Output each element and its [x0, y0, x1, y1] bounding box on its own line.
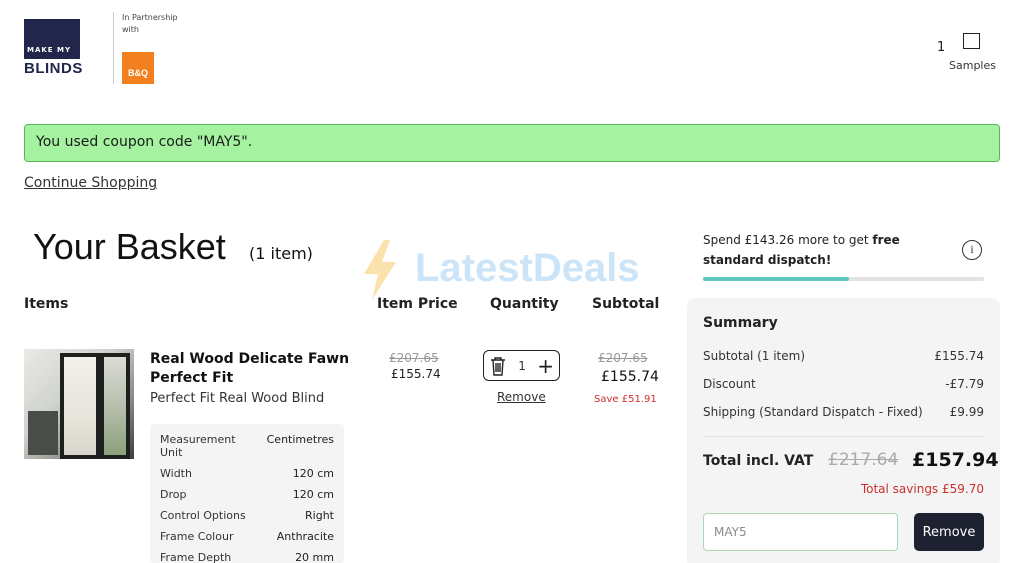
shipping-progress-bar: [703, 277, 984, 281]
spec-value: Right: [305, 509, 334, 522]
spec-row: Control Options Right: [160, 509, 334, 522]
remove-coupon-button[interactable]: Remove: [914, 513, 984, 551]
free-shipping-promo: Spend £143.26 more to get free standard …: [703, 230, 923, 270]
spec-key: Frame Colour: [160, 530, 234, 543]
shipping-progress-fill: [703, 277, 850, 281]
summary-value: -£7.79: [945, 377, 984, 391]
summary-divider: [703, 436, 984, 437]
quantity-stepper: 1 +: [483, 350, 560, 381]
partner-text: In Partnership with: [122, 13, 178, 34]
spec-row: Width 120 cm: [160, 467, 334, 480]
product-specs: Measurement Unit Centimetres Width 120 c…: [150, 424, 344, 563]
basket-item-count: (1 item): [249, 244, 313, 263]
samples-icon[interactable]: [963, 33, 980, 49]
quantity-value: 1: [518, 358, 526, 373]
spec-row: Frame Colour Anthracite: [160, 530, 334, 543]
summary-label: Subtotal (1 item): [703, 349, 806, 363]
total-savings: Total savings £59.70: [860, 482, 984, 496]
summary-label: Discount: [703, 377, 756, 391]
summary-title: Summary: [703, 315, 778, 331]
summary-row-discount: Discount -£7.79: [703, 377, 984, 391]
continue-shopping-link[interactable]: Continue Shopping: [24, 175, 157, 191]
spec-key: Width: [160, 467, 192, 480]
product-subtitle: Perfect Fit Real Wood Blind: [150, 391, 325, 406]
logo-small-text: MAKE MY: [27, 46, 72, 54]
samples-count: 1: [937, 40, 946, 55]
item-price-original: £207.65: [389, 351, 439, 365]
coupon-input[interactable]: [703, 513, 898, 551]
remove-item-link[interactable]: Remove: [497, 390, 546, 404]
spec-row: Drop 120 cm: [160, 488, 334, 501]
spec-key: Measurement Unit: [160, 433, 236, 459]
info-icon[interactable]: i: [962, 240, 982, 260]
product-name[interactable]: Real Wood Delicate Fawn Perfect Fit: [150, 350, 350, 388]
samples-label[interactable]: Samples: [949, 59, 996, 72]
spec-value: Anthracite: [276, 530, 334, 543]
subtotal-savings: Save £51.91: [594, 394, 657, 405]
summary-value: £9.99: [949, 405, 984, 419]
order-summary: Summary Subtotal (1 item) £155.74 Discou…: [687, 298, 1000, 563]
spec-key: Control Options: [160, 509, 246, 522]
summary-row-shipping: Shipping (Standard Dispatch - Fixed) £9.…: [703, 405, 984, 419]
coupon-success-banner: You used coupon code "MAY5".: [24, 124, 1000, 162]
header-subtotal: Subtotal: [592, 296, 660, 312]
header-items: Items: [24, 296, 69, 312]
spec-row: Measurement Unit Centimetres: [160, 433, 334, 459]
product-image[interactable]: [24, 349, 134, 459]
promo-text: Spend £143.26 more to get: [703, 233, 873, 247]
item-price-current: £155.74: [391, 367, 441, 381]
summary-value: £155.74: [934, 349, 984, 363]
page-title: Your Basket: [33, 226, 226, 267]
spec-value: 120 cm: [292, 467, 334, 480]
spec-value: 20 mm: [295, 551, 334, 563]
logo-divider: [113, 12, 114, 84]
spec-key: Frame Depth: [160, 551, 232, 563]
subtotal-current: £155.74: [601, 369, 659, 385]
spec-key: Drop: [160, 488, 187, 501]
spec-value: 120 cm: [292, 488, 334, 501]
plus-icon[interactable]: +: [537, 356, 554, 376]
subtotal-original: £207.65: [598, 351, 648, 365]
spec-row: Frame Depth 20 mm: [160, 551, 334, 563]
header-quantity: Quantity: [490, 296, 559, 312]
watermark: LatestDeals: [360, 240, 670, 300]
summary-label: Shipping (Standard Dispatch - Fixed): [703, 405, 923, 419]
total-label: Total incl. VAT: [703, 453, 814, 469]
spec-value: Centimetres: [266, 433, 334, 446]
bolt-icon: [364, 240, 396, 300]
summary-row-subtotal: Subtotal (1 item) £155.74: [703, 349, 984, 363]
watermark-text: LatestDeals: [415, 246, 640, 290]
total-current: £157.94: [912, 449, 999, 471]
total-original: £217.64: [828, 450, 899, 470]
bq-logo: B&Q: [122, 52, 154, 84]
trash-icon[interactable]: [489, 356, 507, 376]
header-item-price: Item Price: [377, 296, 458, 312]
logo-main-text[interactable]: BLINDS: [24, 60, 83, 77]
